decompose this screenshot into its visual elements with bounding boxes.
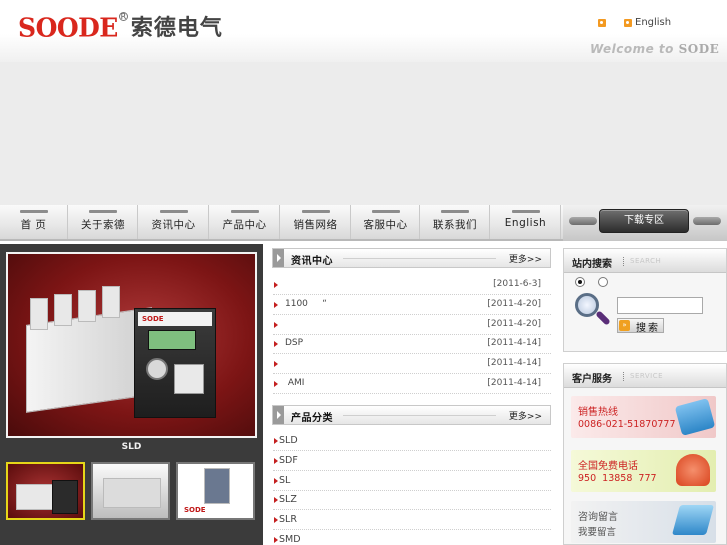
controller-label: SODE xyxy=(138,312,212,326)
telephone-icon xyxy=(676,454,710,486)
product-hero-image[interactable]: SODE xyxy=(6,252,257,438)
free-hotline-card[interactable]: 全国免费电话 950 13858 777 xyxy=(571,450,716,492)
categories-more-link[interactable]: 更多>> xyxy=(509,409,542,422)
search-button[interactable]: » 搜索 xyxy=(617,318,664,334)
bullet-icon xyxy=(274,302,278,308)
bullet-icon xyxy=(274,282,278,288)
product-caption: SLD xyxy=(121,442,142,452)
site-header: SOODE R 索德电气 English Welcome to SODE xyxy=(0,0,727,62)
section-arrow-icon xyxy=(273,406,284,424)
welcome-banner: Welcome to SODE xyxy=(590,42,719,56)
news-title: 资讯中心 xyxy=(291,256,333,267)
search-scope-radio-2[interactable] xyxy=(598,277,608,287)
bullet-icon xyxy=(274,381,278,387)
download-zone: 下载专区 xyxy=(563,205,727,241)
search-header: 站内搜索 SEARCH xyxy=(564,249,726,273)
search-scope-radio-1[interactable] xyxy=(575,277,585,287)
thumb-switch xyxy=(16,484,56,510)
service-title: 客户服务 xyxy=(572,374,612,385)
news-header: 资讯中心 更多>> xyxy=(272,248,551,268)
category-item[interactable]: SLD xyxy=(273,431,551,451)
nav-item-service[interactable]: 客服中心 xyxy=(352,205,420,239)
search-input[interactable] xyxy=(617,297,703,314)
categories-title: 产品分类 xyxy=(291,413,333,424)
bullet-icon xyxy=(274,322,278,328)
bullet-icon xyxy=(274,438,278,444)
nav-item-home[interactable]: 首 页 xyxy=(0,205,68,239)
category-item[interactable]: SLR xyxy=(273,510,551,530)
logo-brand-cn: 索德电气 xyxy=(130,16,223,41)
english-link-label: English xyxy=(635,17,672,28)
bullet-icon xyxy=(274,497,278,503)
product-thumb-2[interactable] xyxy=(91,462,170,520)
site-logo[interactable]: SOODE R 索德电气 xyxy=(18,12,223,44)
bullet-icon xyxy=(274,341,278,347)
thumb-breaker xyxy=(204,468,230,504)
logo-brand-latin: SOODE xyxy=(18,12,118,43)
english-link[interactable]: English xyxy=(624,17,671,28)
message-card[interactable]: 咨询留言 我要留言 xyxy=(571,501,716,543)
download-button[interactable]: 下载专区 xyxy=(599,209,689,233)
categories-header: 产品分类 更多>> xyxy=(272,405,551,425)
search-subtitle: SEARCH xyxy=(630,257,662,265)
thumb-controller xyxy=(52,480,78,514)
header-separator xyxy=(623,372,624,381)
category-item[interactable]: SDF xyxy=(273,451,551,471)
news-item[interactable]: [2011-4-20] xyxy=(273,315,551,335)
top-links: English xyxy=(598,17,671,28)
news-item[interactable]: AMI [2011-4-14] xyxy=(273,374,551,394)
section-arrow-icon xyxy=(273,249,284,267)
hero-banner xyxy=(0,62,727,205)
bullet-icon xyxy=(274,537,278,543)
nav-item-about[interactable]: 关于索德 xyxy=(69,205,138,239)
switch-terminal xyxy=(30,298,48,330)
laptop-icon xyxy=(671,505,715,535)
bullet-icon xyxy=(274,458,278,464)
switch-terminal xyxy=(54,294,72,326)
header-separator xyxy=(623,257,624,266)
nav-item-news[interactable]: 资讯中心 xyxy=(139,205,209,239)
nav-item-contact[interactable]: 联系我们 xyxy=(421,205,490,239)
controller-display xyxy=(148,330,196,350)
bullet-icon xyxy=(274,517,278,523)
news-item[interactable]: DSP [2011-4-14] xyxy=(273,334,551,354)
rss-icon[interactable] xyxy=(598,18,606,27)
product-showcase: SODE SLD SODE xyxy=(0,244,263,545)
bullet-icon xyxy=(274,361,278,367)
news-item[interactable]: [2011-6-3] xyxy=(273,275,551,295)
search-arrow-icon: » xyxy=(619,320,630,331)
phone-icon xyxy=(674,398,716,436)
news-item[interactable]: 1100 “[2011-4-20] xyxy=(273,295,551,315)
welcome-text: Welcome to xyxy=(590,42,674,56)
news-item[interactable]: [2011-4-14] xyxy=(273,354,551,374)
nav-item-products[interactable]: 产品中心 xyxy=(210,205,280,239)
thumb-logo: SODE xyxy=(184,506,206,514)
thumb-switch xyxy=(103,478,161,508)
registered-mark-icon: R xyxy=(118,12,128,21)
product-thumb-3[interactable]: SODE xyxy=(176,462,255,520)
search-title: 站内搜索 xyxy=(572,259,612,270)
nav-item-english[interactable]: English xyxy=(491,205,561,239)
product-thumb-1[interactable] xyxy=(6,462,85,520)
magnifier-icon xyxy=(575,293,611,329)
header-divider xyxy=(343,415,496,416)
welcome-brand: SODE xyxy=(678,42,720,56)
header-divider xyxy=(343,258,496,259)
sales-hotline-card[interactable]: 销售热线 0086-021-51870777 xyxy=(571,396,716,438)
english-flag-icon xyxy=(624,18,632,27)
service-header: 客户服务 SERVICE xyxy=(564,364,726,388)
controller-panel xyxy=(174,364,204,394)
switch-terminal xyxy=(78,290,96,322)
controller-knob xyxy=(146,358,168,380)
service-subtitle: SERVICE xyxy=(630,372,664,380)
bullet-icon xyxy=(274,478,278,484)
category-item[interactable]: SL xyxy=(273,471,551,491)
nav-item-sales[interactable]: 销售网络 xyxy=(281,205,351,239)
switch-terminal xyxy=(102,286,120,318)
category-item[interactable]: SMD xyxy=(273,530,551,545)
news-more-link[interactable]: 更多>> xyxy=(509,252,542,265)
category-item[interactable]: SLZ xyxy=(273,490,551,510)
